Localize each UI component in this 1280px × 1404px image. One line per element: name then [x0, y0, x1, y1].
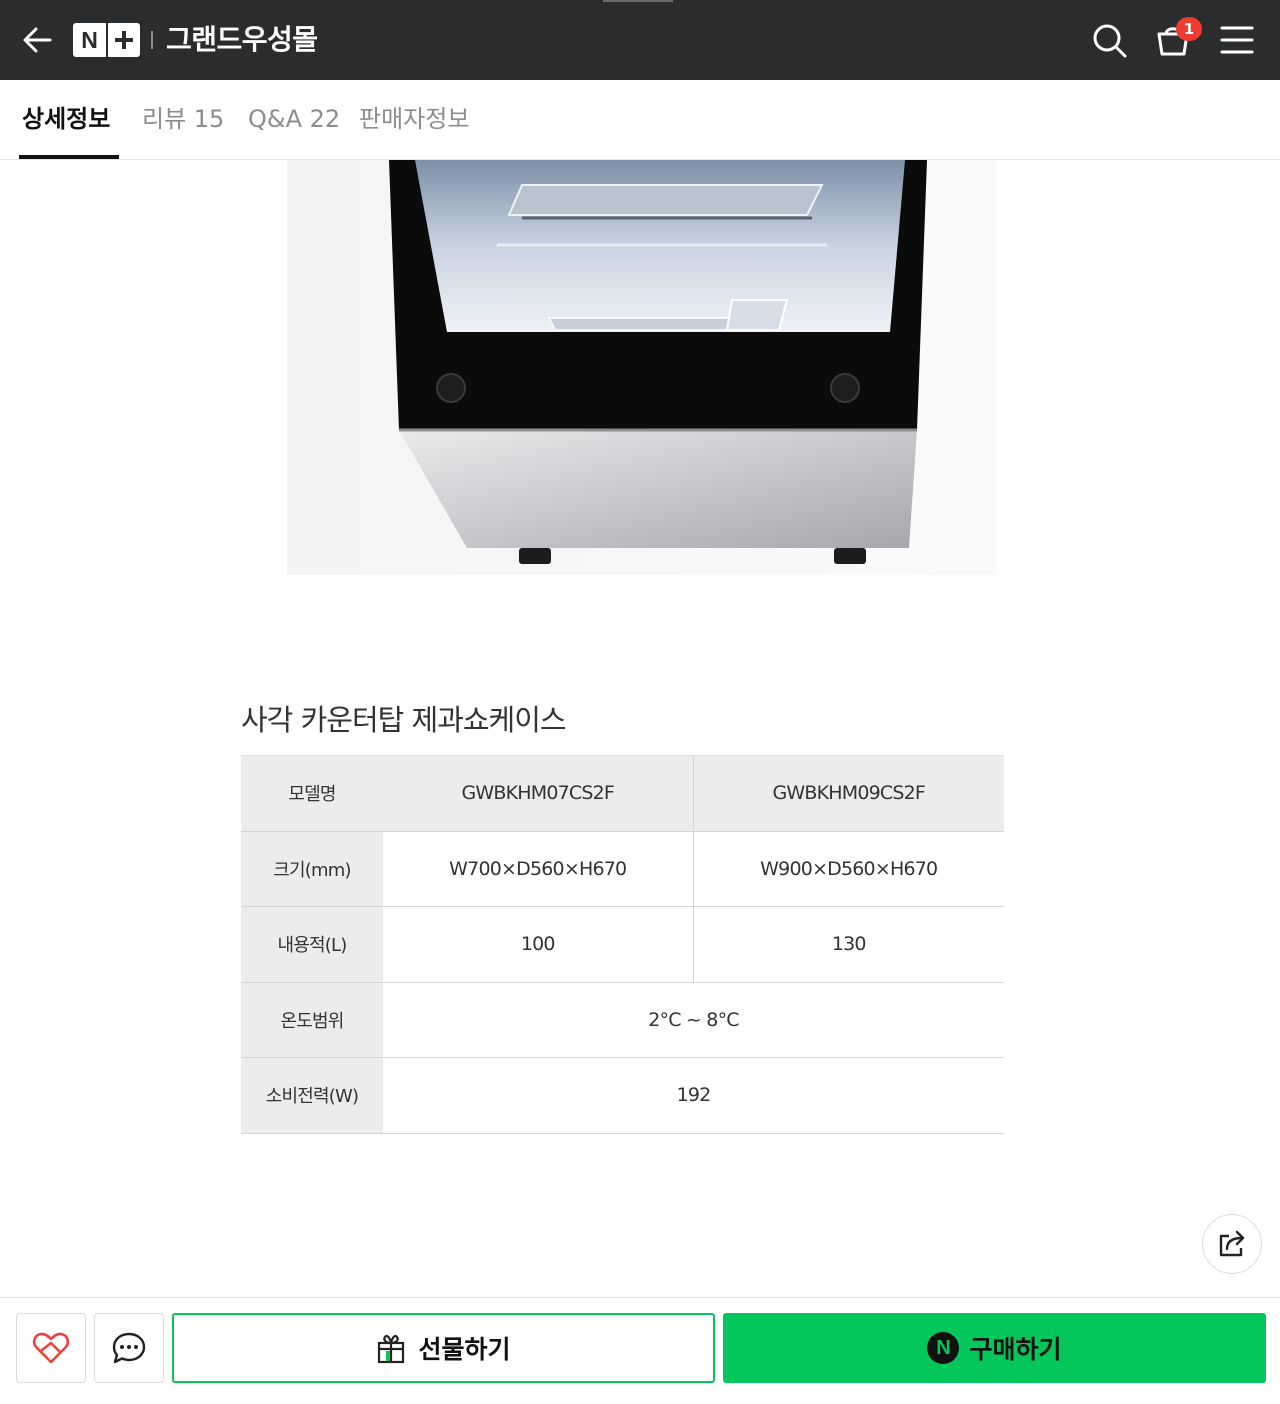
table-cell: 192 — [383, 1057, 1004, 1134]
back-button[interactable] — [18, 20, 58, 60]
header-divider — [151, 31, 153, 49]
tab-reviews[interactable]: 리뷰 15 — [142, 102, 224, 136]
table-cell: GWBKHM09CS2F — [693, 755, 1004, 832]
active-tab-indicator — [19, 155, 119, 159]
naver-plus-logo[interactable]: N — [73, 23, 140, 57]
cart-count-badge: 1 — [1176, 17, 1202, 41]
table-row: 소비전력(W) 192 — [241, 1057, 1004, 1134]
heart-icon — [32, 1332, 70, 1364]
product-image — [287, 160, 996, 575]
chat-bubble-icon — [112, 1332, 146, 1364]
talk-talk-button[interactable] — [94, 1313, 164, 1383]
table-row: 온도범위 2°C ~ 8°C — [241, 982, 1004, 1058]
store-name[interactable]: 그랜드우성몰 — [166, 20, 318, 60]
search-icon — [1093, 24, 1127, 58]
status-notch — [603, 0, 673, 2]
gift-icon — [378, 1334, 405, 1364]
table-cell: W700×D560×H670 — [383, 831, 694, 907]
npay-icon: N — [927, 1332, 960, 1364]
row-label: 크기(mm) — [241, 831, 383, 907]
spec-title: 사각 카운터탑 제과쇼케이스 — [241, 703, 567, 737]
table-cell: GWBKHM07CS2F — [383, 755, 694, 832]
purchase-bar: 선물하기 N 구매하기 — [0, 1297, 1280, 1404]
back-arrow-icon — [23, 27, 52, 53]
tab-detail[interactable]: 상세정보 — [22, 102, 110, 136]
table-cell: 100 — [383, 906, 694, 983]
row-label: 온도범위 — [241, 982, 383, 1058]
table-row: 내용적(L) 100 130 — [241, 906, 1004, 983]
detail-tabs: 상세정보 리뷰 15 Q&A 22 판매자정보 — [0, 80, 1280, 160]
wishlist-button[interactable] — [16, 1313, 86, 1383]
tab-qna[interactable]: Q&A 22 — [248, 102, 340, 136]
share-icon — [1219, 1230, 1245, 1257]
gift-button-label: 선물하기 — [418, 1335, 511, 1364]
logo-letter: N — [81, 26, 98, 53]
buy-button-label: 구매하기 — [969, 1335, 1062, 1364]
plus-icon — [108, 23, 140, 57]
table-row: 모델명 GWBKHM07CS2F GWBKHM09CS2F — [241, 755, 1004, 832]
table-cell: 130 — [693, 906, 1004, 983]
tab-seller-info[interactable]: 판매자정보 — [359, 102, 469, 136]
row-label: 내용적(L) — [241, 906, 383, 983]
table-row: 크기(mm) W700×D560×H670 W900×D560×H670 — [241, 831, 1004, 907]
row-label: 소비전력(W) — [241, 1057, 383, 1134]
row-label: 모델명 — [241, 755, 383, 832]
menu-icon — [1220, 26, 1254, 54]
spec-table: 모델명 GWBKHM07CS2F GWBKHM09CS2F 크기(mm) W70… — [241, 755, 1004, 1134]
search-button[interactable] — [1088, 18, 1132, 62]
table-cell: 2°C ~ 8°C — [383, 982, 1004, 1058]
buy-button[interactable]: N 구매하기 — [723, 1313, 1266, 1383]
gift-button[interactable]: 선물하기 — [172, 1313, 715, 1383]
table-cell: W900×D560×H670 — [693, 831, 1004, 907]
menu-button[interactable] — [1215, 18, 1259, 62]
top-header: N 그랜드우성몰 1 — [0, 0, 1280, 80]
share-button[interactable] — [1202, 1214, 1262, 1274]
